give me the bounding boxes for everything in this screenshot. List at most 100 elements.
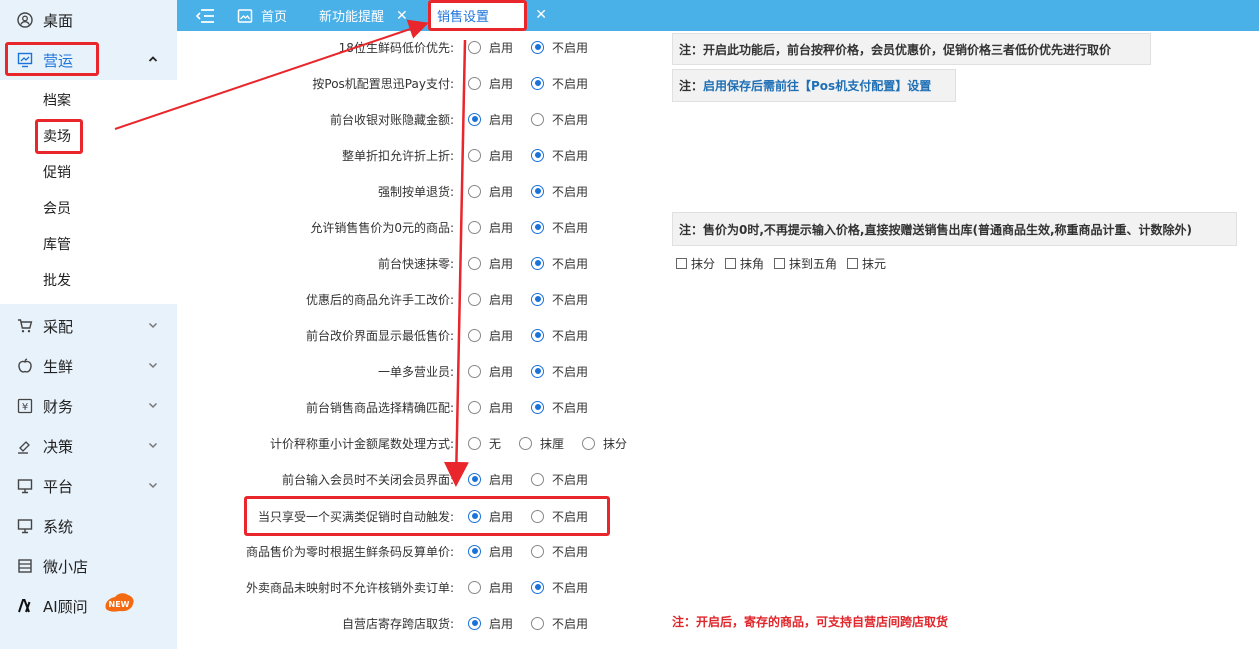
sidebar-item-finance[interactable]: ¥ 财务 [0,386,177,426]
radio-button[interactable] [531,472,545,486]
radio-option[interactable]: 启用 [468,39,513,56]
radio-option[interactable]: 启用 [468,183,513,200]
check-round-yuan[interactable]: 抹元 [847,255,886,272]
checkbox[interactable] [847,258,859,269]
radio-button[interactable] [468,400,481,414]
sidebar-item-platform[interactable]: 平台 [0,466,177,506]
radio-option[interactable]: 不启用 [531,579,588,596]
radio-option[interactable]: 启用 [468,255,513,272]
radio-button[interactable] [531,76,545,90]
radio-option[interactable]: 启用 [468,363,513,380]
radio-option[interactable]: 启用 [468,471,513,488]
checkbox[interactable] [676,258,687,269]
radio-option[interactable]: 启用 [468,399,513,416]
radio-button[interactable] [531,256,545,270]
radio-button[interactable] [531,40,545,54]
sidebar-item-fresh[interactable]: 生鲜 [0,346,177,386]
radio-option[interactable]: 不启用 [531,111,588,128]
close-icon[interactable]: ✕ [396,8,408,24]
tab-home[interactable]: 首页 [237,0,287,31]
radio-button[interactable] [468,580,481,594]
radio-option[interactable]: 抹厘 [519,435,564,452]
radio-button[interactable] [531,184,545,198]
radio-option[interactable]: 启用 [468,75,513,92]
submenu-item-promotion[interactable]: 促销 [43,163,71,183]
radio-button[interactable] [468,112,481,126]
radio-option[interactable]: 启用 [468,615,513,632]
radio-button[interactable] [531,292,545,306]
check-round-fen[interactable]: 抹分 [676,255,715,272]
radio-option[interactable]: 抹分 [582,435,627,452]
radio-option[interactable]: 启用 [468,291,513,308]
check-round-jiao[interactable]: 抹角 [725,255,764,272]
check-round-half-yuan[interactable]: 抹到五角 [774,255,837,272]
radio-option[interactable]: 启用 [468,543,513,560]
radio-button[interactable] [468,76,481,90]
sidebar-item-mini-store[interactable]: 微小店 [0,546,177,586]
collapse-menu-button[interactable] [195,0,219,31]
submenu-item-inventory[interactable]: 库管 [43,235,71,255]
radio-option[interactable]: 不启用 [531,75,588,92]
setting-row: 强制按单退货: 启用 不启用 [188,179,668,203]
submenu-item-archive[interactable]: 档案 [43,91,71,111]
radio-button[interactable] [468,148,481,162]
radio-button[interactable] [468,220,481,234]
submenu-item-member[interactable]: 会员 [43,199,71,219]
radio-option[interactable]: 不启用 [531,327,588,344]
radio-option[interactable]: 不启用 [531,615,588,632]
radio-button[interactable] [531,220,545,234]
radio-button[interactable] [468,544,481,558]
radio-option[interactable]: 启用 [468,327,513,344]
radio-button[interactable] [582,436,596,450]
radio-option[interactable]: 不启用 [531,399,588,416]
radio-option[interactable]: 不启用 [531,39,588,56]
radio-option[interactable]: 启用 [468,579,513,596]
radio-option[interactable]: 不启用 [531,255,588,272]
submenu-item-wholesale[interactable]: 批发 [43,271,71,291]
radio-button[interactable] [468,328,481,342]
radio-button[interactable] [468,616,481,630]
radio-label: 不启用 [552,580,589,595]
radio-button[interactable] [531,364,545,378]
sidebar-item-system[interactable]: 系统 [0,506,177,546]
radio-option[interactable]: 启用 [468,111,513,128]
setting-label: 前台快速抹零: [377,256,454,271]
checkbox[interactable] [774,258,786,269]
sidebar-item-ai-advisor[interactable]: AI顾问 NEW [0,586,177,626]
radio-button[interactable] [531,580,545,594]
store-icon [17,558,33,574]
radio-option[interactable]: 不启用 [531,183,588,200]
radio-option[interactable]: 不启用 [531,363,588,380]
radio-button[interactable] [519,436,533,450]
radio-button[interactable] [468,256,481,270]
sidebar-item-purchase[interactable]: 采配 [0,306,177,346]
radio-button[interactable] [531,400,545,414]
radio-button[interactable] [468,364,481,378]
radio-button[interactable] [468,436,481,450]
radio-button[interactable] [468,292,481,306]
radio-option[interactable]: 不启用 [531,471,588,488]
radio-button[interactable] [468,40,481,54]
radio-button[interactable] [531,112,545,126]
radio-button[interactable] [531,148,545,162]
radio-button[interactable] [531,544,545,558]
radio-button[interactable] [468,472,481,486]
sidebar-item-desktop[interactable]: 桌面 [0,0,177,40]
radio-button[interactable] [468,184,481,198]
sidebar-item-label: 微小店 [43,557,89,576]
radio-button[interactable] [531,616,545,630]
radio-option[interactable]: 不启用 [531,219,588,236]
radio-button[interactable] [531,328,545,342]
radio-option[interactable]: 启用 [468,219,513,236]
sidebar-item-decision[interactable]: 决策 [0,426,177,466]
radio-option[interactable]: 不启用 [531,147,588,164]
radio-option[interactable]: 不启用 [531,291,588,308]
tab-new-features[interactable]: 新功能提醒 ✕ [319,0,408,31]
pos-pay-config-link[interactable]: 启用保存后需前往【Pos机支付配置】设置 [703,77,931,94]
chevron-up-icon [148,56,158,62]
close-icon[interactable]: ✕ [535,7,547,23]
checkbox[interactable] [725,258,737,269]
radio-option[interactable]: 无 [468,435,501,452]
radio-option[interactable]: 不启用 [531,543,588,560]
radio-option[interactable]: 启用 [468,147,513,164]
